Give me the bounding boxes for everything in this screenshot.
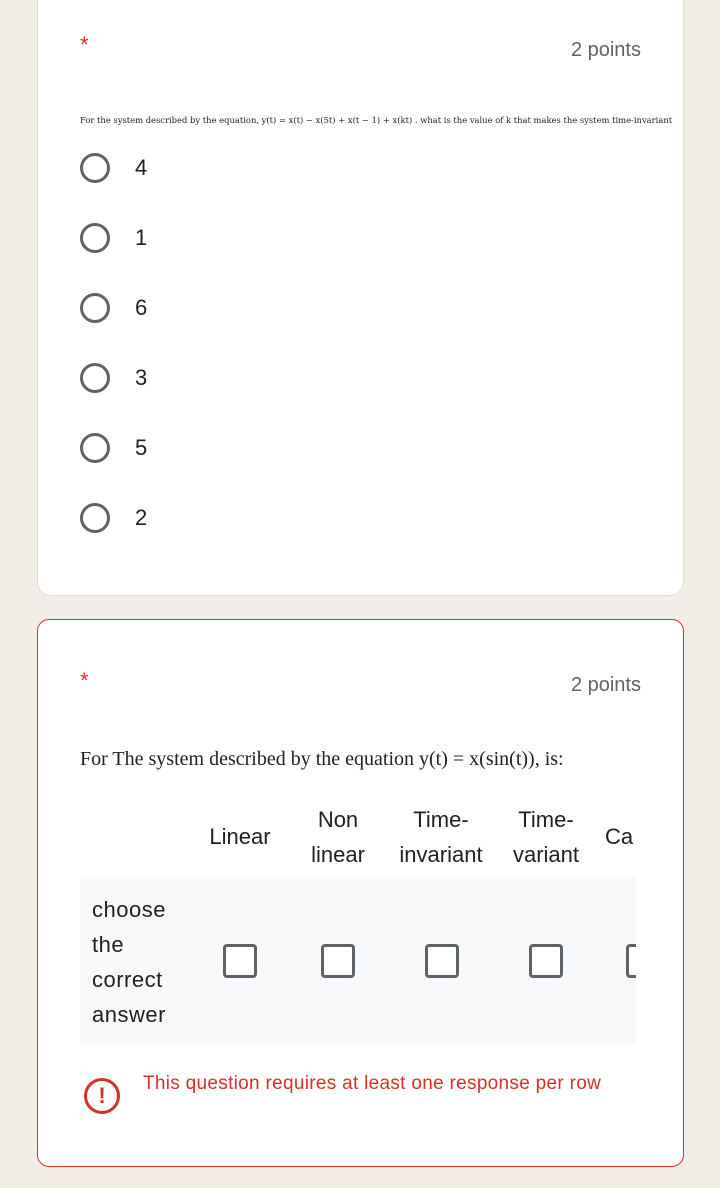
- column-header-time-invariant: Time- invariant: [399, 807, 483, 867]
- option-3[interactable]: 3: [80, 360, 640, 396]
- radio-button[interactable]: [80, 503, 110, 533]
- radio-button[interactable]: [80, 153, 110, 183]
- checkbox-time-invariant[interactable]: [425, 944, 459, 978]
- column-header-linear: Linear: [209, 824, 271, 849]
- radio-button[interactable]: [80, 293, 110, 323]
- required-asterisk: *: [80, 668, 89, 693]
- column-header-nonlinear: Non linear: [311, 807, 365, 867]
- option-label: 5: [135, 435, 148, 460]
- option-label: 6: [135, 295, 148, 320]
- option-1[interactable]: 1: [80, 220, 640, 256]
- option-label: 3: [135, 365, 148, 390]
- radio-button[interactable]: [80, 433, 110, 463]
- checkbox-grid: Linear Non linear Time- invariant Time- …: [80, 790, 636, 1045]
- column-header-causal: Ca: [605, 824, 634, 849]
- checkbox-causal[interactable]: [626, 944, 636, 978]
- option-4[interactable]: 4: [80, 150, 640, 186]
- question-text: For the system described by the equation…: [80, 115, 673, 125]
- validation-error: ! This question requires at least one re…: [80, 1070, 640, 1130]
- error-icon: !: [84, 1078, 120, 1114]
- required-asterisk: *: [80, 32, 89, 57]
- points-label: 2 points: [570, 39, 641, 61]
- radio-button[interactable]: [80, 223, 110, 253]
- error-message: This question requires at least one resp…: [143, 1073, 602, 1094]
- option-6[interactable]: 6: [80, 290, 640, 326]
- radio-button[interactable]: [80, 363, 110, 393]
- row-label: choose the correct answer: [92, 897, 166, 1027]
- checkbox-time-variant[interactable]: [529, 944, 563, 978]
- option-5[interactable]: 5: [80, 430, 640, 466]
- checkbox-linear[interactable]: [223, 944, 257, 978]
- question-text: For The system described by the equation…: [80, 748, 564, 770]
- column-header-time-variant: Time- variant: [512, 807, 580, 867]
- points-label: 2 points: [570, 674, 641, 696]
- option-2[interactable]: 2: [80, 500, 640, 536]
- option-label: 1: [135, 225, 148, 250]
- question-card-1: * 2 points For the system described by t…: [37, 0, 684, 596]
- option-label: 4: [135, 155, 148, 180]
- checkbox-nonlinear[interactable]: [321, 944, 355, 978]
- question-card-2: * 2 points For The system described by t…: [37, 619, 684, 1167]
- option-label: 2: [135, 505, 148, 530]
